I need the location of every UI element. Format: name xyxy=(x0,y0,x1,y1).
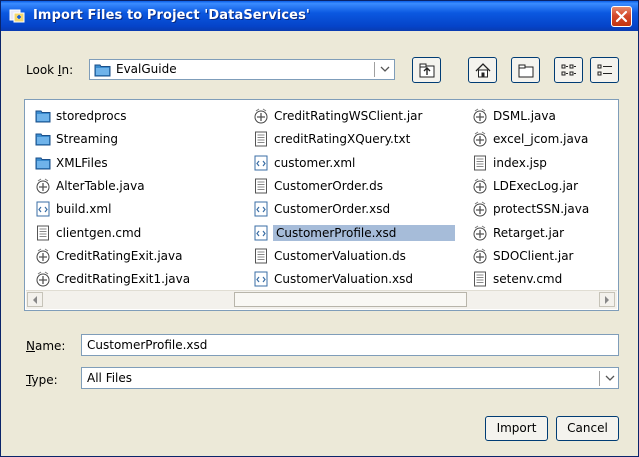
import-button[interactable]: Import xyxy=(485,416,548,441)
close-icon xyxy=(615,10,628,23)
details-view-icon xyxy=(597,64,612,76)
java-file-icon xyxy=(472,131,488,147)
file-name-value: CustomerProfile.xsd xyxy=(87,338,208,352)
text-file-icon xyxy=(472,271,488,287)
file-name: CustomerValuation.xsd xyxy=(274,272,413,286)
file-name: storedprocs xyxy=(56,109,127,123)
xml-file-icon xyxy=(253,155,269,171)
file-name-input[interactable]: CustomerProfile.xsd xyxy=(81,334,619,356)
xml-file-icon xyxy=(35,201,51,217)
file-type-select[interactable]: All Files xyxy=(81,367,619,389)
file-name: LDExecLog.jar xyxy=(493,179,579,193)
file-name: index.jsp xyxy=(493,156,547,170)
file-name: customer.xml xyxy=(274,156,356,170)
file-list[interactable]: storedprocs Streaming XMLFiles AlterTable.j… xyxy=(24,99,619,311)
up-folder-icon xyxy=(419,63,435,78)
import-files-dialog: Import Files to Project 'DataServices' L… xyxy=(0,0,639,457)
home-button[interactable] xyxy=(468,57,497,83)
file-name: CreditRatingExit.java xyxy=(56,249,183,263)
chevron-right-icon xyxy=(605,296,609,304)
close-button[interactable] xyxy=(611,6,632,27)
scroll-left-button[interactable] xyxy=(27,292,43,307)
file-type-value: All Files xyxy=(87,371,133,385)
text-file-icon xyxy=(472,155,488,171)
folder-file-icon xyxy=(35,131,51,147)
java-file-icon xyxy=(472,108,488,124)
file-name: build.xml xyxy=(56,202,112,216)
file-name: CreditRatingExit1.java xyxy=(56,272,191,286)
text-file-icon xyxy=(35,225,51,241)
name-label: Name: xyxy=(26,339,66,353)
folder-file-icon xyxy=(35,155,51,171)
look-in-label: Look In: xyxy=(26,63,74,77)
type-label: Type: xyxy=(26,373,58,387)
title-bar[interactable]: Import Files to Project 'DataServices' xyxy=(1,1,638,31)
look-in-value: EvalGuide xyxy=(116,62,177,76)
xml-file-icon xyxy=(253,225,269,241)
file-name: Retarget.jar xyxy=(493,226,565,240)
jar-file-icon xyxy=(253,108,269,124)
file-name: clientgen.cmd xyxy=(56,226,142,240)
java-file-icon xyxy=(35,271,51,287)
java-file-icon xyxy=(35,178,51,194)
horizontal-scrollbar[interactable] xyxy=(26,290,617,309)
chevron-down-icon[interactable] xyxy=(605,375,615,382)
details-view-button[interactable] xyxy=(590,57,619,83)
file-name: excel_jcom.java xyxy=(493,132,589,146)
jar-file-icon xyxy=(472,248,488,264)
text-file-icon xyxy=(253,131,269,147)
chevron-down-icon[interactable] xyxy=(380,66,390,73)
java-file-icon xyxy=(35,248,51,264)
scroll-thumb[interactable] xyxy=(234,292,467,307)
file-name: CreditRatingWSClient.jar xyxy=(274,109,423,123)
jar-file-icon xyxy=(472,225,488,241)
file-name: protectSSN.java xyxy=(493,202,590,216)
file-name: CustomerOrder.ds xyxy=(274,179,383,193)
file-name: setenv.cmd xyxy=(493,272,563,286)
file-name: creditRatingXQuery.txt xyxy=(274,132,411,146)
folder-file-icon xyxy=(35,108,51,124)
scroll-right-button[interactable] xyxy=(599,292,615,307)
xml-file-icon xyxy=(253,271,269,287)
text-file-icon xyxy=(253,248,269,264)
window-title: Import Files to Project 'DataServices' xyxy=(33,8,310,23)
list-view-button[interactable] xyxy=(554,57,583,83)
file-name: SDOClient.jar xyxy=(493,249,574,263)
new-folder-button[interactable] xyxy=(511,57,540,83)
file-name: XMLFiles xyxy=(56,156,108,170)
combo-separator xyxy=(374,62,375,77)
list-view-icon xyxy=(561,64,576,76)
file-name: CustomerProfile.xsd xyxy=(273,225,455,241)
xml-file-icon xyxy=(253,201,269,217)
file-name: DSML.java xyxy=(493,109,556,123)
file-name: CustomerValuation.ds xyxy=(274,249,406,263)
text-file-icon xyxy=(253,178,269,194)
new-folder-icon xyxy=(518,64,534,78)
combo-separator xyxy=(599,371,600,386)
cancel-button[interactable]: Cancel xyxy=(556,416,619,441)
look-in-combo[interactable]: EvalGuide xyxy=(89,59,395,80)
folder-icon xyxy=(94,64,111,77)
chevron-left-icon xyxy=(33,296,37,304)
up-one-level-button[interactable] xyxy=(412,57,441,83)
file-name: CustomerOrder.xsd xyxy=(274,202,391,216)
java-file-icon xyxy=(472,201,488,217)
app-icon xyxy=(9,9,25,23)
file-name: AlterTable.java xyxy=(56,179,145,193)
jar-file-icon xyxy=(472,178,488,194)
file-name: Streaming xyxy=(56,132,118,146)
home-icon xyxy=(475,63,491,78)
